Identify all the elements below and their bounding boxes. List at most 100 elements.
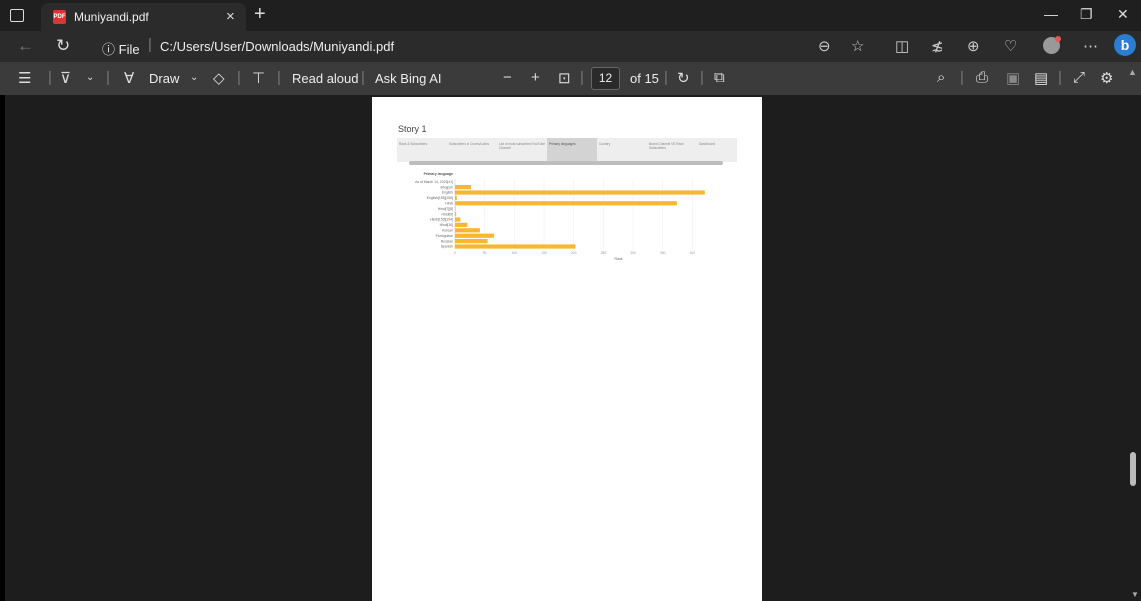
restore-icon[interactable]: ❐: [1080, 6, 1093, 23]
title-bar: PDF Muniyandi.pdf × + — ❐ ✕: [0, 0, 1141, 31]
split-screen-icon[interactable]: ◫: [895, 37, 909, 55]
url-separator: |: [148, 36, 152, 53]
fit-to-width-icon[interactable]: ⊡: [558, 69, 571, 87]
primary-language-chart: 0 50 100 150 200 250 300 350 400 Primary language…: [415, 172, 705, 261]
category-label: Portuguese: [436, 234, 453, 238]
pdf-toolbar: ☰ | ⊽ ⌄ | ∀ Draw ⌄ ◇ | ⊤ | Read aloud | …: [0, 62, 1141, 95]
address-bar: ← ↻ ⓘ File | C:/Users/User/Downloads/Mun…: [0, 31, 1141, 62]
category-label: English[155][156]: [427, 196, 453, 200]
url-field[interactable]: C:/Users/User/Downloads/Muniyandi.pdf: [160, 39, 394, 54]
print-icon[interactable]: ⎙: [976, 69, 988, 86]
zoom-out-icon[interactable]: −: [503, 69, 512, 86]
x-tick-label: 300: [630, 251, 636, 255]
bar: [455, 201, 677, 206]
toolbar-separator: |: [664, 69, 668, 86]
page-number-input[interactable]: 12: [591, 67, 620, 90]
favorite-star-icon[interactable]: ☆: [851, 37, 864, 55]
category-label: As of March 14, 2023[±1]: [415, 180, 453, 184]
toolbar-separator: |: [237, 69, 241, 86]
profile-notification-dot: [1055, 36, 1061, 42]
settings-gear-icon[interactable]: ⚙: [1100, 69, 1113, 87]
zoom-icon[interactable]: ⊖: [818, 37, 831, 55]
viewer-left-edge: [0, 95, 5, 601]
bing-copilot-icon[interactable]: b: [1114, 34, 1136, 56]
page-view-icon[interactable]: ⧉: [714, 69, 725, 86]
bar: [455, 212, 457, 217]
pdf-page: Story 1 Rank & Subscribers Subscribers i…: [372, 97, 762, 601]
site-info-label: File: [118, 42, 140, 57]
info-icon: ⓘ: [102, 42, 119, 57]
category-label: Hindi[7][8]: [438, 207, 453, 211]
zoom-in-icon[interactable]: +: [531, 69, 540, 86]
x-axis-label: Rank: [615, 257, 623, 261]
category-label: Hindi[16]: [440, 223, 453, 227]
toolbar-separator: |: [960, 69, 964, 86]
site-info-button[interactable]: ⓘ File: [102, 39, 140, 58]
collections-icon[interactable]: ⊕: [967, 37, 980, 55]
x-tick-label: 400: [690, 251, 696, 255]
draw-icon[interactable]: ∀: [124, 69, 134, 87]
scrollbar-track[interactable]: [1127, 95, 1141, 601]
search-icon[interactable]: ⌕: [937, 69, 945, 86]
scroll-down-arrow-icon[interactable]: ▼: [1131, 590, 1139, 599]
rotate-icon[interactable]: ↻: [677, 69, 690, 87]
toolbar-separator: |: [106, 69, 110, 86]
toolbar-separator: |: [361, 69, 365, 86]
minimize-icon[interactable]: —: [1044, 6, 1058, 22]
bar: [455, 185, 472, 190]
new-tab-icon[interactable]: +: [254, 3, 266, 26]
x-tick-label: 150: [541, 251, 547, 255]
toolbar-separator: |: [580, 69, 584, 86]
back-icon[interactable]: ←: [17, 36, 34, 56]
table-of-contents-icon[interactable]: ☰: [18, 69, 31, 87]
bar: [455, 222, 468, 227]
tab-title: Muniyandi.pdf: [74, 10, 149, 24]
category-label: Hindi: [445, 202, 453, 206]
fullscreen-icon[interactable]: ⤢: [1073, 69, 1085, 86]
browser-essentials-icon[interactable]: ♡: [1004, 37, 1017, 55]
toolbar-separator: |: [48, 69, 52, 86]
x-tick-label: 200: [571, 251, 577, 255]
x-tick-label: 50: [483, 251, 487, 255]
read-aloud-button[interactable]: Read aloud: [292, 71, 359, 86]
bar: [455, 228, 480, 233]
refresh-icon[interactable]: ↻: [56, 36, 70, 56]
chart-title: Primary language: [424, 172, 453, 176]
toolbar-separator: |: [1058, 69, 1062, 86]
eraser-icon[interactable]: ◇: [213, 69, 225, 87]
bar: [455, 244, 576, 249]
text-box-icon[interactable]: ⊤: [252, 69, 265, 87]
tab-actions-icon[interactable]: [10, 9, 24, 22]
toolbar-separator: |: [700, 69, 704, 86]
category-label: Spanish: [441, 245, 453, 249]
x-tick-label: 250: [601, 251, 607, 255]
highlight-dropdown-chevron-icon[interactable]: ⌄: [86, 72, 94, 83]
close-tab-icon[interactable]: ×: [226, 8, 235, 25]
highlight-icon[interactable]: ⊽: [60, 69, 71, 87]
ask-bing-ai-button[interactable]: Ask Bing AI: [375, 71, 441, 86]
category-label: Hindi[153][154]: [430, 218, 453, 222]
save-as-icon[interactable]: ▤: [1034, 69, 1048, 87]
category-label: Korean: [442, 229, 453, 233]
save-icon[interactable]: ▣: [1006, 69, 1020, 87]
bar: [455, 239, 488, 244]
bar: [455, 217, 461, 222]
scrollbar-thumb[interactable]: [1130, 452, 1136, 486]
category-label: Bhojpuri: [441, 185, 454, 189]
category-label: Hindi[9]: [442, 212, 454, 216]
category-label: English: [442, 191, 453, 195]
bar: [455, 195, 457, 200]
toolbar-separator: |: [277, 69, 281, 86]
close-window-icon[interactable]: ✕: [1117, 6, 1129, 23]
x-tick-label: 100: [512, 251, 518, 255]
draw-dropdown-chevron-icon[interactable]: ⌄: [190, 72, 198, 83]
draw-button[interactable]: Draw: [149, 71, 179, 86]
browser-tab[interactable]: PDF Muniyandi.pdf ×: [41, 3, 246, 31]
x-tick-label: 350: [660, 251, 666, 255]
scroll-up-arrow-icon[interactable]: ▲: [1128, 67, 1137, 77]
category-label: Russian: [441, 239, 453, 243]
pdf-icon: PDF: [53, 10, 66, 24]
favorites-icon[interactable]: ≴: [931, 37, 944, 55]
bar: [455, 233, 495, 238]
more-menu-icon[interactable]: ⋯: [1083, 37, 1098, 55]
